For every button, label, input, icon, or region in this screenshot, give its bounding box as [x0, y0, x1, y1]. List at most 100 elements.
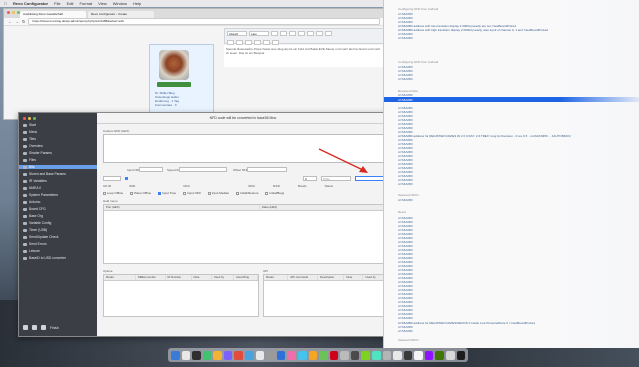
checkbox-box[interactable] — [236, 191, 240, 195]
speed-id-field[interactable] — [179, 167, 227, 172]
read-more-button[interactable] — [157, 82, 191, 87]
dock-app-icon[interactable] — [456, 350, 466, 360]
option-checkbox[interactable]: Place Offline — [130, 191, 151, 195]
remove-icon[interactable] — [32, 325, 37, 330]
dock-app-icon[interactable] — [403, 350, 413, 360]
option-checkbox[interactable]: Initial/Restore — [236, 191, 258, 195]
editor-body[interactable]: Spende Reisesache (https://www.revo-blog… — [224, 45, 384, 67]
sidebar-item[interactable]: Menu — [23, 130, 37, 134]
offset-nfd-field[interactable] — [247, 167, 287, 172]
option-checkbox[interactable]: Initial/Bugs — [265, 191, 284, 195]
dock-app-icon[interactable] — [350, 350, 360, 360]
checkbox-box[interactable] — [265, 191, 269, 195]
dock-app-icon[interactable] — [371, 350, 381, 360]
dock-app-icon[interactable] — [361, 350, 370, 360]
dock-app-icon[interactable] — [424, 350, 434, 360]
list-icon[interactable] — [307, 31, 314, 36]
dock-app-icon[interactable] — [329, 350, 339, 360]
sidebar-item[interactable]: Leisure — [23, 249, 40, 253]
checkbox-box[interactable] — [125, 177, 128, 180]
forward-icon[interactable]: → — [15, 19, 19, 24]
apple-menu-icon[interactable]:  — [4, 1, 7, 6]
sidebar-item[interactable]: Stored and Base Params — [23, 172, 66, 176]
sidebar-item[interactable]: Shader Params — [23, 151, 52, 155]
menu-app-name[interactable]: Revo Configurator — [13, 1, 48, 6]
underline-icon[interactable] — [289, 31, 296, 36]
image-icon[interactable] — [325, 31, 332, 36]
checkbox-box[interactable] — [183, 191, 187, 195]
minimize-icon[interactable] — [28, 117, 31, 120]
minimize-icon[interactable] — [12, 11, 15, 14]
menu-item-window[interactable]: Window — [113, 1, 127, 6]
menu-item-format[interactable]: Format — [79, 1, 92, 6]
align-icon[interactable] — [316, 31, 323, 36]
option-checkbox[interactable]: Input NFD — [183, 191, 201, 195]
dock-app-icon[interactable] — [393, 350, 402, 360]
dock-app-icon[interactable] — [382, 350, 392, 360]
number-field[interactable] — [103, 176, 121, 181]
browser-tab[interactable]: Ausbildung Revo Gesellschaft — [20, 11, 86, 18]
font-select[interactable]: Lato — [249, 31, 269, 36]
sidebar-item[interactable]: Start — [23, 123, 36, 127]
dock-app-icon[interactable] — [319, 350, 328, 360]
dock-app-icon[interactable] — [202, 350, 212, 360]
zoom-icon[interactable] — [17, 11, 20, 14]
back-icon[interactable]: ← — [8, 19, 12, 24]
uptime-grid[interactable]: Model NMEA number IR Number Note Used by… — [103, 274, 259, 317]
close-icon[interactable] — [23, 117, 26, 120]
option-checkbox[interactable]: Input Time — [158, 191, 176, 195]
dock-app-icon[interactable] — [297, 350, 307, 360]
dock-app-icon[interactable] — [171, 350, 180, 360]
option-checkbox[interactable]: Loop Offline — [103, 191, 123, 195]
dock-app-icon[interactable] — [234, 350, 244, 360]
finish-button[interactable]: Finish — [50, 326, 59, 330]
sidebar-item[interactable]: Variable Config — [23, 221, 51, 225]
sidebar-item[interactable]: BaseID to USD converter — [23, 256, 66, 260]
dock-app-icon[interactable] — [414, 350, 423, 360]
dock-app-icon[interactable] — [308, 350, 318, 360]
settings-icon[interactable] — [41, 325, 46, 330]
reload-icon[interactable]: ↻ — [22, 19, 25, 24]
sidebar-item[interactable]: Base Org — [23, 214, 43, 218]
url-input[interactable]: https://www.revo-blog.de/wp-admin/post.p… — [28, 18, 380, 25]
menu-item-help[interactable]: Help — [133, 1, 141, 6]
link-icon[interactable] — [298, 31, 305, 36]
sidebar-item[interactable]: IR Variables — [23, 179, 47, 183]
menu-item-view[interactable]: View — [98, 1, 107, 6]
sidebar-item[interactable]: Bits — [19, 165, 97, 169]
format-select[interactable]: Absatz — [227, 31, 247, 36]
dock-app-icon[interactable] — [435, 350, 445, 360]
dock-app-icon[interactable] — [446, 350, 455, 360]
input-nfd-field[interactable] — [139, 167, 163, 172]
sidebar-item[interactable]: Files — [23, 158, 36, 162]
dock-app-icon[interactable] — [192, 350, 201, 360]
menu-item-file[interactable]: File — [54, 1, 60, 6]
enable-checkbox[interactable] — [125, 177, 128, 180]
zoom-icon[interactable] — [33, 117, 36, 120]
checkbox-box[interactable] — [158, 191, 162, 195]
add-icon[interactable] — [23, 325, 28, 330]
sidebar-item[interactable]: System Parameters — [23, 193, 58, 197]
italic-icon[interactable] — [280, 31, 287, 36]
port-value-grid[interactable]: Port (HEX) Value (HEX) — [103, 204, 387, 264]
dock-app-icon[interactable] — [223, 350, 233, 360]
menu-item-edit[interactable]: Edit — [67, 1, 74, 6]
sidebar-item[interactable]: Send/Update Check — [23, 235, 59, 239]
api-grid[interactable]: Model API command Description Note Used … — [263, 274, 387, 317]
dock-app-icon[interactable] — [255, 350, 265, 360]
dock-app-icon[interactable] — [276, 350, 286, 360]
close-icon[interactable] — [7, 11, 10, 14]
dock-app-icon[interactable] — [213, 350, 222, 360]
sidebar-item[interactable]: Send Errors — [23, 242, 47, 246]
checkbox-box[interactable] — [207, 191, 211, 195]
checkbox-box[interactable] — [130, 191, 134, 195]
dock-app-icon[interactable] — [287, 350, 296, 360]
browser-tab[interactable]: Revo Configurator - Create — [88, 11, 154, 18]
dock-app-icon[interactable] — [181, 350, 191, 360]
option-checkbox[interactable]: Input Median — [207, 191, 229, 195]
sidebar-item[interactable]: Timer (USB) — [23, 228, 47, 232]
checkbox-box[interactable] — [103, 191, 106, 195]
dock-app-icon[interactable] — [245, 350, 254, 360]
sidebar-item[interactable]: Overview — [23, 144, 43, 148]
sidebar-item[interactable]: Board CFG — [23, 207, 46, 211]
